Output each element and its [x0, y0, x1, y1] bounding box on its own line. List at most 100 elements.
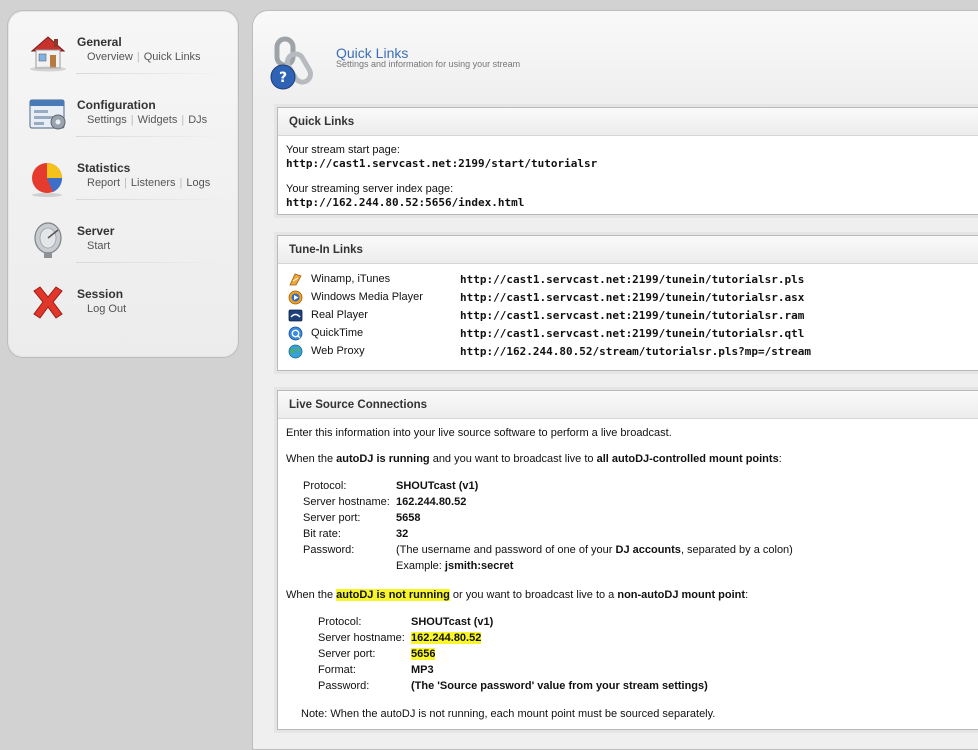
setting-label: Protocol: — [318, 616, 362, 628]
realplayer-icon — [288, 309, 303, 322]
server-index-url[interactable]: http://162.244.80.52:5656/index.html — [286, 196, 978, 209]
setting-port: Server port: 5656 — [286, 647, 978, 663]
live-intro: Enter this information into your live so… — [286, 427, 672, 439]
setting-example: Example: jsmith:secret — [286, 559, 978, 575]
text-fragment-bold: DJ accounts — [615, 544, 681, 556]
nav-links-session: Log Out — [87, 303, 126, 315]
nav-title-statistics[interactable]: Statistics — [77, 161, 130, 175]
tunein-name: Real Player — [311, 309, 368, 321]
text-fragment: : — [745, 589, 749, 601]
text-fragment: When the — [286, 589, 337, 601]
configuration-window-icon — [29, 99, 66, 130]
nav-link-widgets[interactable]: Widgets — [138, 114, 178, 126]
nav-link-logs[interactable]: Logs — [186, 177, 210, 189]
nav-section-configuration: Configuration Settings | Widgets | DJs — [22, 74, 232, 134]
text-fragment: : — [778, 453, 782, 465]
tunein-row-realplayer: Real Player http://cast1.servcast.net:21… — [286, 307, 978, 325]
tunein-name: QuickTime — [311, 327, 364, 339]
tunein-row-windows-media: Windows Media Player http://cast1.servca… — [286, 289, 978, 307]
nav-links-server: Start — [87, 240, 110, 252]
red-x-icon — [33, 286, 63, 319]
nav-link-settings[interactable]: Settings — [87, 114, 127, 126]
autodj-running-heading: When the autoDJ is running and you want … — [286, 452, 978, 466]
setting-value-highlighted: 162.244.80.52 — [411, 632, 482, 644]
setting-value-highlighted: 5656 — [411, 648, 436, 660]
nav-section-general: General Overview | Quick Links — [22, 11, 232, 72]
autodj-not-running-heading: When the autoDJ is not running or you wa… — [286, 588, 978, 602]
tunein-url[interactable]: http://162.244.80.52/stream/tutorialsr.p… — [460, 345, 811, 358]
nav-link-log-out[interactable]: Log Out — [87, 303, 126, 315]
nav-title-general[interactable]: General — [77, 35, 122, 49]
nav-title-server[interactable]: Server — [77, 224, 114, 238]
nav-links-statistics: Report | Listeners | Logs — [87, 177, 210, 189]
text-fragment-bold: all autoDJ-controlled mount points — [596, 453, 779, 465]
nav-section-statistics: Statistics Report | Listeners | Logs — [22, 137, 232, 197]
text-fragment-bold-highlighted: autoDJ is not running — [336, 589, 450, 601]
nav-links-general: Overview | Quick Links — [87, 51, 201, 63]
setting-value: 32 — [396, 528, 409, 540]
page-header: ? Quick Links Settings and information f… — [253, 11, 978, 101]
home-icon — [30, 36, 66, 72]
setting-value: (The username and password of one of you… — [396, 544, 793, 556]
setting-label: Server hostname: — [303, 496, 390, 508]
globe-icon — [288, 344, 303, 359]
setting-label: Server hostname: — [318, 632, 405, 644]
nav-section-server: Server Start — [22, 200, 232, 260]
nav-link-quick-links[interactable]: Quick Links — [144, 51, 201, 63]
setting-value: 162.244.80.52 — [396, 496, 467, 508]
text-fragment-bold: non-autoDJ mount point — [617, 589, 746, 601]
setting-label: Bit rate: — [303, 528, 341, 540]
text-fragment: or you want to broadcast live to a — [449, 589, 618, 601]
quick-links-panel: Quick Links Your stream start page: http… — [277, 107, 978, 215]
setting-label: Server port: — [318, 648, 376, 660]
nav-title-configuration[interactable]: Configuration — [77, 98, 156, 112]
nav-link-djs[interactable]: DJs — [188, 114, 207, 126]
nav-section-session: Session Log Out — [22, 263, 232, 323]
quick-links-heading: Quick Links — [278, 108, 978, 136]
stream-start-label: Your stream start page: — [286, 144, 400, 156]
stream-start-url[interactable]: http://cast1.servcast.net:2199/start/tut… — [286, 157, 978, 170]
setting-label: Protocol: — [303, 480, 347, 492]
winamp-icon — [289, 273, 302, 286]
setting-bitrate: Bit rate: 32 — [286, 527, 978, 543]
tunein-url[interactable]: http://cast1.servcast.net:2199/tunein/tu… — [460, 291, 804, 304]
tunein-links-panel: Tune-In Links Winamp, iTunes http://cast… — [277, 235, 978, 371]
tunein-row-winamp: Winamp, iTunes http://cast1.servcast.net… — [286, 271, 978, 289]
setting-password: Password: (The 'Source password' value f… — [286, 679, 978, 695]
setting-protocol: Protocol: SHOUTcast (v1) — [286, 479, 978, 495]
text-fragment: Example: — [396, 560, 445, 572]
nav-link-report[interactable]: Report — [87, 177, 120, 189]
setting-value: (The 'Source password' value from your s… — [411, 680, 708, 692]
nav-links-configuration: Settings | Widgets | DJs — [87, 114, 207, 126]
nav-link-overview[interactable]: Overview — [87, 51, 133, 63]
main-content: ? Quick Links Settings and information f… — [252, 10, 978, 750]
nav-separator: | — [130, 114, 134, 126]
setting-label: Password: — [303, 544, 355, 556]
setting-value: SHOUTcast (v1) — [411, 616, 494, 628]
setting-value: SHOUTcast (v1) — [396, 480, 479, 492]
tunein-name: Web Proxy — [311, 345, 365, 357]
pie-chart-icon — [32, 163, 63, 197]
text-fragment-bold: jsmith:secret — [444, 560, 514, 572]
page-subtitle: Settings and information for using your … — [336, 59, 521, 69]
nav-link-listeners[interactable]: Listeners — [131, 177, 176, 189]
setting-password: Password: (The username and password of … — [286, 543, 978, 559]
windows-media-icon — [288, 290, 303, 305]
setting-port: Server port: 5658 — [286, 511, 978, 527]
quick-links-body: Your stream start page: http://cast1.ser… — [278, 136, 978, 215]
nav-link-start[interactable]: Start — [87, 240, 110, 252]
autodj-running-settings: Protocol: SHOUTcast (v1) Server hostname… — [286, 479, 978, 575]
tunein-url[interactable]: http://cast1.servcast.net:2199/tunein/tu… — [460, 327, 804, 340]
nav-title-session[interactable]: Session — [77, 287, 123, 301]
tunein-url[interactable]: http://cast1.servcast.net:2199/tunein/tu… — [460, 273, 804, 286]
setting-label: Format: — [318, 664, 356, 676]
live-source-panel: Live Source Connections Enter this infor… — [277, 390, 978, 730]
tunein-name: Windows Media Player — [311, 291, 423, 303]
tunein-links-heading: Tune-In Links — [278, 236, 978, 264]
setting-label: Password: — [318, 680, 370, 692]
satellite-dish-icon — [34, 222, 62, 258]
setting-value: 5658 — [396, 512, 421, 524]
server-index-label: Your streaming server index page: — [286, 183, 454, 195]
text-fragment-bold: autoDJ is running — [336, 453, 430, 465]
tunein-url[interactable]: http://cast1.servcast.net:2199/tunein/tu… — [460, 309, 804, 322]
